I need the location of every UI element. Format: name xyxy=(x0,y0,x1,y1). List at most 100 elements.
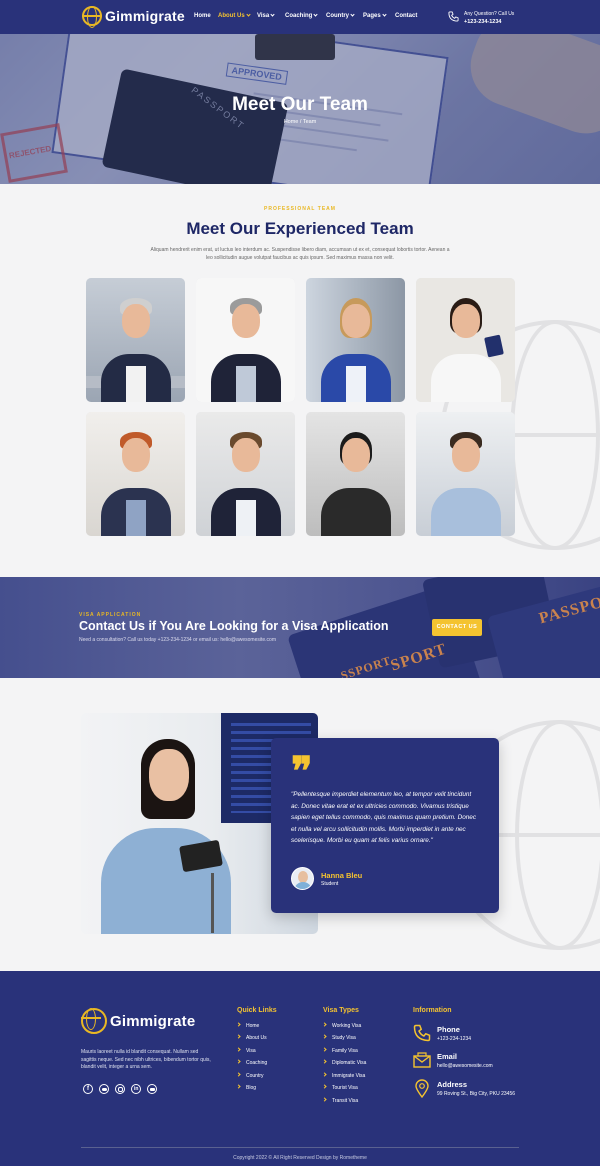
chevron-right-icon xyxy=(236,1072,241,1077)
footer-visa-tourist[interactable]: Tourist Visa xyxy=(322,1084,358,1091)
team-member-card[interactable] xyxy=(416,278,515,402)
nav-pages[interactable]: Pages xyxy=(363,12,387,19)
phone-icon xyxy=(413,1024,431,1042)
cta-eyebrow: VISA APPLICATION xyxy=(79,612,142,618)
linkedin-icon[interactable]: in xyxy=(131,1084,141,1094)
team-member-card[interactable] xyxy=(416,412,515,536)
person-suit xyxy=(321,488,391,536)
info-phone-label: Phone xyxy=(437,1025,460,1034)
person-face xyxy=(342,304,370,338)
footer-visa-immigrate[interactable]: Immigrate Visa xyxy=(322,1072,366,1079)
testimonial-quote: "Pellentesque imperdiet elementum leo, a… xyxy=(291,791,477,844)
globe-icon xyxy=(82,6,102,28)
nav-home-label: Home xyxy=(194,13,211,19)
footer-visa-transit[interactable]: Transit Visa xyxy=(322,1097,358,1104)
team-member-card[interactable] xyxy=(86,278,185,402)
page: APPROVED PASSPORT REJECTED Meet Our Team… xyxy=(0,0,600,1166)
footer-link-home[interactable]: Home xyxy=(236,1022,259,1029)
breadcrumb[interactable]: Home / Team xyxy=(0,119,600,125)
chevron-right-icon xyxy=(236,1059,241,1064)
info-phone-value[interactable]: +123-234-1234 xyxy=(437,1036,471,1042)
team-section-title: Meet Our Experienced Team xyxy=(186,219,414,238)
nav-coaching[interactable]: Coaching xyxy=(285,12,318,19)
team-member-card[interactable] xyxy=(196,278,295,402)
avatar-body xyxy=(294,882,312,889)
nav-contact[interactable]: Contact xyxy=(395,13,417,19)
person-face xyxy=(122,438,150,472)
contact-phone[interactable]: +123-234-1234 xyxy=(464,19,501,25)
nav-about-label: About Us xyxy=(218,13,245,19)
person-face xyxy=(452,438,480,472)
footer-link-label: Country xyxy=(246,1073,264,1079)
team-member-card[interactable] xyxy=(306,412,405,536)
info-address-value: 99 Roving St., Big City, PKU 23456 xyxy=(437,1091,516,1097)
chevron-right-icon xyxy=(236,1034,241,1039)
chevron-right-icon xyxy=(322,1097,327,1102)
footer-link-label: Coaching xyxy=(246,1060,268,1066)
nav-about-us[interactable]: About Us xyxy=(218,12,251,19)
person-shirt xyxy=(236,366,256,402)
chevron-right-icon xyxy=(236,1084,241,1089)
chevron-down-icon xyxy=(313,12,318,17)
person-shirt xyxy=(126,366,146,402)
brand-name: Gimmigrate xyxy=(105,8,185,24)
cta-title: Contact Us if You Are Looking for a Visa… xyxy=(79,619,389,633)
footer-link-label: Study Visa xyxy=(332,1035,356,1041)
footer-logo[interactable]: Gimmigrate xyxy=(81,1008,195,1034)
chevron-right-icon xyxy=(322,1072,327,1077)
footer-visa-diplomatic[interactable]: Diplomatic Visa xyxy=(322,1059,366,1066)
student-face xyxy=(149,749,189,801)
twitter-icon[interactable] xyxy=(99,1084,109,1094)
footer-link-label: Tourist Visa xyxy=(332,1085,358,1091)
team-section-description: Aliquam hendrerit enim erat, ut luctus l… xyxy=(150,247,450,261)
footer-visa-study[interactable]: Study Visa xyxy=(322,1034,356,1041)
contact-label: Any Question? Call Us xyxy=(464,11,515,17)
testimonial-author-name: Hanna Bleu xyxy=(321,871,363,880)
team-member-card[interactable] xyxy=(86,412,185,536)
person-face xyxy=(232,304,260,338)
brand-logo[interactable]: Gimmigrate xyxy=(82,6,185,28)
footer-visa-working[interactable]: Working Visa xyxy=(322,1022,362,1029)
team-member-card[interactable] xyxy=(196,412,295,536)
youtube-icon[interactable] xyxy=(147,1084,157,1094)
facebook-icon[interactable]: f xyxy=(83,1084,93,1094)
nav-home[interactable]: Home xyxy=(194,13,211,19)
chevron-right-icon xyxy=(322,1034,327,1039)
person-face xyxy=(452,304,480,338)
info-address-label: Address xyxy=(437,1080,468,1089)
page-title: Meet Our Team xyxy=(232,94,368,115)
footer-link-about[interactable]: About Us xyxy=(236,1034,267,1041)
footer-link-coaching[interactable]: Coaching xyxy=(236,1059,268,1066)
chevron-right-icon xyxy=(322,1022,327,1027)
luggage-handle xyxy=(211,873,214,933)
footer-link-label: Immigrate Visa xyxy=(332,1073,366,1079)
nav-country-label: Country xyxy=(326,13,349,19)
instagram-icon[interactable] xyxy=(115,1084,125,1094)
contact-us-button[interactable]: CONTACT US xyxy=(432,619,482,636)
chevron-right-icon xyxy=(322,1047,327,1052)
person-shirt xyxy=(126,500,146,536)
chevron-down-icon xyxy=(270,12,275,17)
email-icon xyxy=(413,1052,431,1068)
chevron-right-icon xyxy=(322,1084,327,1089)
cta-subtitle: Need a consultation? Call us today +123-… xyxy=(79,637,276,643)
testimonial-author-role: Student xyxy=(321,881,339,887)
footer-link-label: Working Visa xyxy=(332,1023,362,1029)
visa-types-title: Visa Types xyxy=(323,1007,359,1014)
footer-link-label: About Us xyxy=(246,1035,267,1041)
footer-link-label: Blog xyxy=(246,1085,257,1091)
avatar xyxy=(291,867,314,890)
information-title: Information xyxy=(413,1007,452,1014)
nav-country[interactable]: Country xyxy=(326,12,355,19)
info-email-value[interactable]: hello@awesomesite.com xyxy=(437,1063,493,1069)
footer-link-country[interactable]: Country xyxy=(236,1072,264,1079)
footer-link-blog[interactable]: Blog xyxy=(236,1084,257,1091)
person-face xyxy=(232,438,260,472)
footer-link-label: Family Visa xyxy=(332,1048,358,1054)
nav-visa[interactable]: Visa xyxy=(257,12,275,19)
team-member-card[interactable] xyxy=(306,278,405,402)
chevron-right-icon xyxy=(236,1047,241,1052)
footer-visa-family[interactable]: Family Visa xyxy=(322,1047,358,1054)
footer-link-visa[interactable]: Visa xyxy=(236,1047,256,1054)
copyright-text: Copyright 2022 © All Right Reserved Desi… xyxy=(233,1155,367,1161)
